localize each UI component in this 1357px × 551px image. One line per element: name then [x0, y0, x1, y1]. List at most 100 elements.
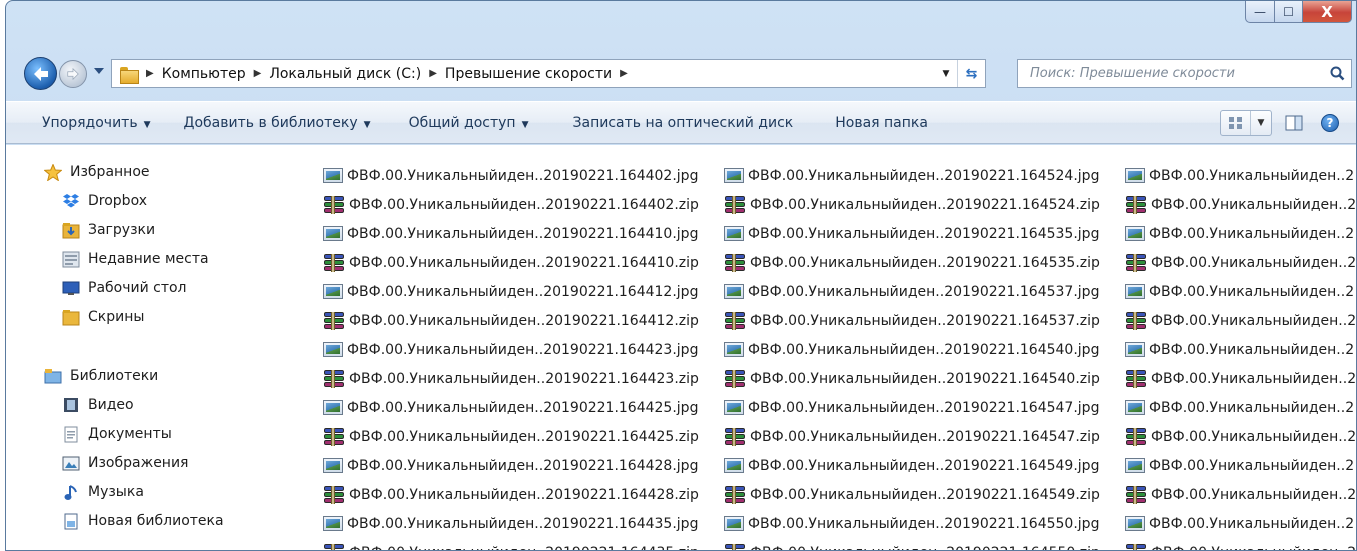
file-item[interactable]: ФВФ.00.Уникальныйиден..2 [1125, 364, 1356, 393]
change-view-button[interactable]: ▼ [1220, 110, 1272, 136]
chevron-right-icon[interactable]: ▶ [620, 68, 628, 79]
file-item[interactable]: ФВФ.00.Уникальныйиден..20190221.164524.z… [724, 190, 1100, 219]
sidebar-item-recent-places[interactable]: Недавние места [62, 247, 209, 271]
preview-pane-button[interactable] [1280, 110, 1308, 136]
file-item[interactable]: ФВФ.00.Уникальныйиден..20190221.164550.z… [724, 538, 1100, 550]
file-item[interactable]: ФВФ.00.Уникальныйиден..2 [1125, 190, 1356, 219]
breadcrumb-speeding-folder[interactable]: Превышение скорости [445, 66, 612, 82]
file-item[interactable]: ФВФ.00.Уникальныйиден..20190221.164435.j… [323, 509, 699, 538]
sidebar-item-dropbox[interactable]: Dropbox [62, 189, 147, 213]
file-item[interactable]: ФВФ.00.Уникальныйиден..20190221.164423.z… [323, 364, 699, 393]
zip-archive-icon [724, 427, 746, 446]
back-button[interactable] [24, 57, 57, 90]
file-item[interactable]: ФВФ.00.Уникальныйиден..20190221.164540.z… [724, 364, 1100, 393]
sidebar-item-documents[interactable]: Документы [62, 422, 172, 446]
file-item[interactable]: ФВФ.00.Уникальныйиден..2 [1125, 277, 1356, 306]
close-button[interactable]: X [1303, 1, 1352, 23]
file-item[interactable]: ФВФ.00.Уникальныйиден..20190221.164547.z… [724, 422, 1100, 451]
file-item[interactable]: ФВФ.00.Уникальныйиден..20190221.164402.j… [323, 161, 699, 190]
chevron-right-icon[interactable]: ▶ [254, 68, 262, 79]
file-item[interactable]: ФВФ.00.Уникальныйиден..20190221.164410.j… [323, 219, 699, 248]
sidebar-item-video[interactable]: Видео [62, 393, 134, 417]
file-item[interactable]: ФВФ.00.Уникальныйиден..2 [1125, 219, 1356, 248]
burn-button[interactable]: Записать на оптический диск [573, 115, 794, 131]
documents-library-icon [62, 426, 80, 443]
sidebar-item-screens[interactable]: Скрины [62, 305, 144, 329]
file-item[interactable]: ФВФ.00.Уникальныйиден..20190221.164524.j… [724, 161, 1100, 190]
file-item[interactable]: ФВФ.00.Уникальныйиден..20190221.164550.j… [724, 509, 1100, 538]
sidebar-item-new-library[interactable]: Новая библиотека [62, 509, 224, 533]
file-item[interactable]: ФВФ.00.Уникальныйиден..20190221.164428.z… [323, 480, 699, 509]
help-icon: ? [1321, 114, 1339, 132]
dropbox-icon [62, 193, 80, 210]
search-icon[interactable] [1323, 66, 1351, 81]
breadcrumb-local-disk[interactable]: Локальный диск (C:) [269, 66, 421, 82]
new-folder-button[interactable]: Новая папка [835, 115, 928, 131]
file-name: ФВФ.00.Уникальныйиден..20190221.164547.j… [748, 399, 1100, 416]
file-item[interactable]: ФВФ.00.Уникальныйиден..2 [1125, 393, 1356, 422]
file-item[interactable]: ФВФ.00.Уникальныйиден..20190221.164537.j… [724, 277, 1100, 306]
zip-archive-icon [724, 195, 746, 214]
star-icon [44, 163, 62, 181]
image-file-icon [1125, 400, 1145, 415]
file-name: ФВФ.00.Уникальныйиден..20190221.164547.z… [750, 428, 1100, 445]
file-item[interactable]: ФВФ.00.Уникальныйиден..20190221.164535.z… [724, 248, 1100, 277]
chevron-down-icon[interactable]: ▼ [1251, 118, 1271, 128]
chevron-down-icon: ▼ [363, 119, 371, 130]
file-item[interactable]: ФВФ.00.Уникальныйиден..20190221.164540.j… [724, 335, 1100, 364]
share-button[interactable]: Общий доступ ▼ [409, 115, 529, 131]
file-item[interactable]: ФВФ.00.Уникальныйиден..2 [1125, 480, 1356, 509]
file-item[interactable]: ФВФ.00.Уникальныйиден..2 [1125, 509, 1356, 538]
breadcrumb-computer[interactable]: Компьютер [162, 66, 246, 82]
chevron-right-icon[interactable]: ▶ [146, 68, 154, 79]
address-bar[interactable]: ▶ Компьютер ▶ Локальный диск (C:) ▶ Прев… [111, 59, 986, 88]
file-item[interactable]: ФВФ.00.Уникальныйиден..20190221.164549.z… [724, 480, 1100, 509]
file-item[interactable]: ФВФ.00.Уникальныйиден..20190221.164423.j… [323, 335, 699, 364]
file-name: ФВФ.00.Уникальныйиден..20190221.164412.j… [347, 283, 699, 300]
organize-button[interactable]: Упорядочить ▼ [42, 115, 151, 131]
image-file-icon [724, 516, 744, 531]
refresh-button[interactable]: ⇆ [957, 60, 985, 87]
file-item[interactable]: ФВФ.00.Уникальныйиден..2 [1125, 335, 1356, 364]
file-item[interactable]: ФВФ.00.Уникальныйиден..20190221.164402.z… [323, 190, 699, 219]
sidebar-item-downloads[interactable]: Загрузки [62, 218, 155, 242]
file-name: ФВФ.00.Уникальныйиден..20190221.164550.j… [748, 515, 1100, 532]
video-library-icon [62, 397, 80, 414]
maximize-button[interactable]: ☐ [1275, 1, 1303, 23]
address-history-dropdown[interactable]: ▼ [935, 60, 957, 87]
file-item[interactable]: ФВФ.00.Уникальныйиден..2 [1125, 451, 1356, 480]
sidebar-item-pictures[interactable]: Изображения [62, 451, 188, 475]
sidebar-item-libraries[interactable]: Библиотеки [44, 364, 158, 388]
file-item[interactable]: ФВФ.00.Уникальныйиден..20190221.164412.z… [323, 306, 699, 335]
file-item[interactable]: ФВФ.00.Уникальныйиден..20190221.164425.j… [323, 393, 699, 422]
recent-pages-dropdown[interactable] [94, 68, 104, 74]
file-item[interactable]: ФВФ.00.Уникальныйиден..20190221.164425.z… [323, 422, 699, 451]
search-input[interactable]: Поиск: Превышение скорости [1018, 66, 1323, 81]
search-box[interactable]: Поиск: Превышение скорости [1017, 59, 1352, 88]
forward-button[interactable] [59, 60, 87, 88]
file-item[interactable]: ФВФ.00.Уникальныйиден..2 [1125, 422, 1356, 451]
file-item[interactable]: ФВФ.00.Уникальныйиден..20190221.164410.z… [323, 248, 699, 277]
chevron-down-icon: ▼ [143, 119, 151, 130]
file-item[interactable]: ФВФ.00.Уникальныйиден..20190221.164435.z… [323, 538, 699, 550]
file-item[interactable]: ФВФ.00.Уникальныйиден..2 [1125, 161, 1356, 190]
file-item[interactable]: ФВФ.00.Уникальныйиден..2 [1125, 306, 1356, 335]
sidebar-item-music[interactable]: Музыка [62, 480, 144, 504]
file-item[interactable]: ФВФ.00.Уникальныйиден..2 [1125, 248, 1356, 277]
organize-label: Упорядочить [42, 114, 138, 131]
file-item[interactable]: ФВФ.00.Уникальныйиден..20190221.164412.j… [323, 277, 699, 306]
chevron-right-icon[interactable]: ▶ [429, 68, 437, 79]
file-item[interactable]: ФВФ.00.Уникальныйиден..20190221.164537.z… [724, 306, 1100, 335]
sidebar-item-favorites[interactable]: Избранное [44, 160, 150, 184]
minimize-button[interactable]: — [1245, 1, 1275, 23]
view-icon [1221, 111, 1251, 135]
zip-archive-icon [323, 369, 345, 388]
help-button[interactable]: ? [1316, 110, 1344, 136]
add-to-library-button[interactable]: Добавить в библиотеку ▼ [184, 115, 371, 131]
file-item[interactable]: ФВФ.00.Уникальныйиден..20190221.164549.j… [724, 451, 1100, 480]
file-item[interactable]: ФВФ.00.Уникальныйиден..2 [1125, 538, 1356, 550]
file-item[interactable]: ФВФ.00.Уникальныйиден..20190221.164547.j… [724, 393, 1100, 422]
sidebar-item-desktop[interactable]: Рабочий стол [62, 276, 187, 300]
file-item[interactable]: ФВФ.00.Уникальныйиден..20190221.164535.j… [724, 219, 1100, 248]
file-item[interactable]: ФВФ.00.Уникальныйиден..20190221.164428.j… [323, 451, 699, 480]
